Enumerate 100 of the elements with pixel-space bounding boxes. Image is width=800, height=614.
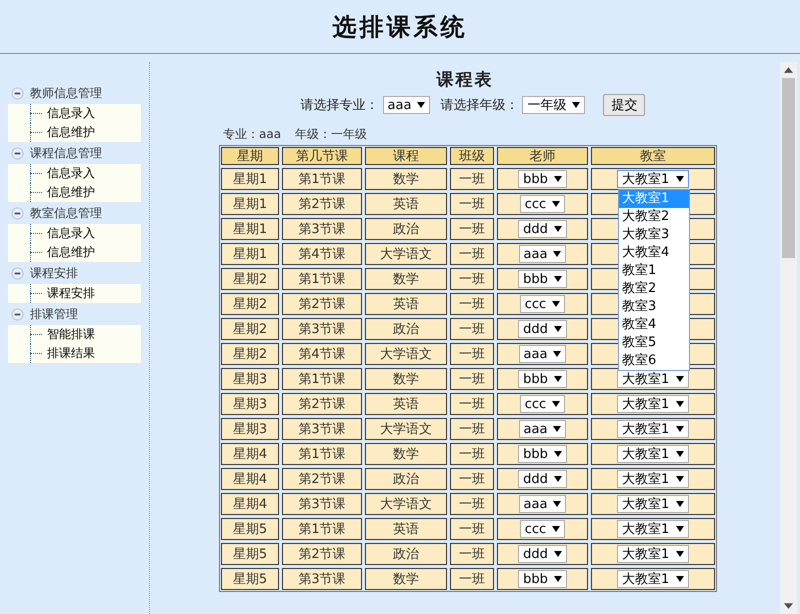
room-select[interactable]: 大教室1 [617,470,689,488]
caret-icon [554,226,562,232]
dropdown-option[interactable]: 大教室2 [619,208,689,226]
menu-item[interactable]: 信息录入 [47,165,95,182]
room-select[interactable]: 大教室1 [617,395,689,413]
caret-icon [676,551,684,557]
table-cell: 一班 [450,268,494,290]
table-cell: 星期3 [221,368,279,390]
caret-icon [676,376,684,382]
caret-icon [552,401,560,407]
menu-group[interactable]: 课程安排 [30,264,78,282]
table-cell: 一班 [450,318,494,340]
scroll-down-icon[interactable] [784,603,793,609]
table-cell: 第1节课 [282,168,362,190]
teacher-select[interactable]: bbb [518,270,567,288]
scrollbar-thumb[interactable] [782,78,795,258]
filter-select[interactable]: aaa [382,96,430,114]
teacher-select[interactable]: ddd [518,320,567,338]
submit-button[interactable]: 提交 [603,94,646,116]
table-cell: 第3节课 [282,318,362,340]
dropdown-option[interactable]: 教室5 [619,334,689,352]
collapse-icon[interactable] [11,266,24,280]
teacher-select[interactable]: ccc [520,520,566,538]
teacher-select[interactable]: bbb [518,370,567,388]
collapse-icon[interactable] [11,86,24,100]
column-header: 班级 [450,147,494,165]
dropdown-option[interactable]: 教室4 [619,316,689,334]
teacher-select[interactable]: ddd [518,470,567,488]
scrollbar[interactable] [780,62,797,614]
table-cell: 政治 [365,543,447,565]
dropdown-option[interactable]: 教室3 [619,298,689,316]
caret-icon [676,526,684,532]
teacher-select[interactable]: aaa [518,245,566,263]
table-cell: 星期1 [221,168,279,190]
teacher-select[interactable]: aaa [518,495,566,513]
room-select[interactable]: 大教室1 [617,520,689,538]
menu-item[interactable]: 排课结果 [47,345,95,362]
caret-icon [676,576,684,582]
menu-group[interactable]: 排课管理 [30,306,78,322]
menu-item[interactable]: 信息维护 [47,124,95,141]
table-cell: 一班 [450,193,494,215]
collapse-icon[interactable] [11,308,24,320]
room-select[interactable]: 大教室1 [617,495,689,513]
table-cell: 一班 [450,218,494,240]
menu-item[interactable]: 课程安排 [47,285,95,302]
table-cell: 数学 [365,368,447,390]
teacher-select[interactable]: bbb [518,570,567,588]
teacher-select[interactable]: ccc [520,295,566,313]
caret-icon [553,501,562,507]
menu-item[interactable]: 信息录入 [47,225,95,242]
table-cell: 数学 [365,268,447,290]
dropdown-option[interactable]: 大教室4 [619,244,689,262]
caret-icon [553,251,562,257]
teacher-select[interactable]: ddd [518,545,567,563]
table-cell: 星期2 [221,318,279,340]
room-select[interactable]: 大教室1 [617,570,689,588]
table-cell: 星期2 [221,268,279,290]
teacher-select[interactable]: bbb [518,170,567,188]
teacher-select[interactable]: aaa [518,345,566,363]
collapse-icon[interactable] [11,146,24,160]
menu-item[interactable]: 信息维护 [47,184,95,201]
table-cell: 星期2 [221,293,279,315]
table-cell: 大学语文 [365,418,447,440]
menu-group[interactable]: 课程信息管理 [30,144,102,162]
caret-icon [554,551,562,557]
room-select[interactable]: 大教室1 [617,445,689,463]
room-select[interactable]: 大教室1 [617,370,689,388]
menu-group[interactable]: 教师信息管理 [30,84,102,102]
caret-icon [554,176,562,182]
scroll-up-icon[interactable] [784,67,793,73]
table-cell: 第3节课 [282,493,362,515]
table-cell: 第1节课 [282,443,362,465]
table-cell: 星期4 [221,443,279,465]
menu-item[interactable]: 信息维护 [47,244,95,261]
table-cell: 星期1 [221,193,279,215]
table-cell: 第4节课 [282,343,362,365]
teacher-select[interactable]: ccc [520,395,566,413]
menu-item[interactable]: 信息录入 [47,105,95,122]
collapse-icon[interactable] [11,206,24,220]
menu-group[interactable]: 教室信息管理 [30,204,102,222]
teacher-select[interactable]: bbb [518,445,567,463]
teacher-select[interactable]: aaa [518,420,566,438]
room-select[interactable]: 大教室1 [617,420,689,438]
menu-item[interactable]: 智能排课 [47,326,95,343]
filter-select[interactable]: 一年级 [522,96,586,114]
dropdown-option[interactable]: 教室6 [619,352,689,370]
table-cell: 大学语文 [365,343,447,365]
dropdown-option[interactable]: 大教室3 [619,226,689,244]
dropdown-option[interactable]: 教室1 [619,262,689,280]
teacher-select[interactable]: ddd [518,220,567,238]
caret-icon [676,451,684,457]
room-select[interactable]: 大教室1 [617,545,689,563]
caret-icon [676,476,684,482]
room-select[interactable]: 大教室1 [617,170,689,188]
dropdown-option[interactable]: 教室2 [619,280,689,298]
caret-icon [554,476,562,482]
column-header: 课程 [365,147,447,165]
teacher-select[interactable]: ccc [520,195,566,213]
table-cell: 数学 [365,443,447,465]
table-cell: 第3节课 [282,418,362,440]
